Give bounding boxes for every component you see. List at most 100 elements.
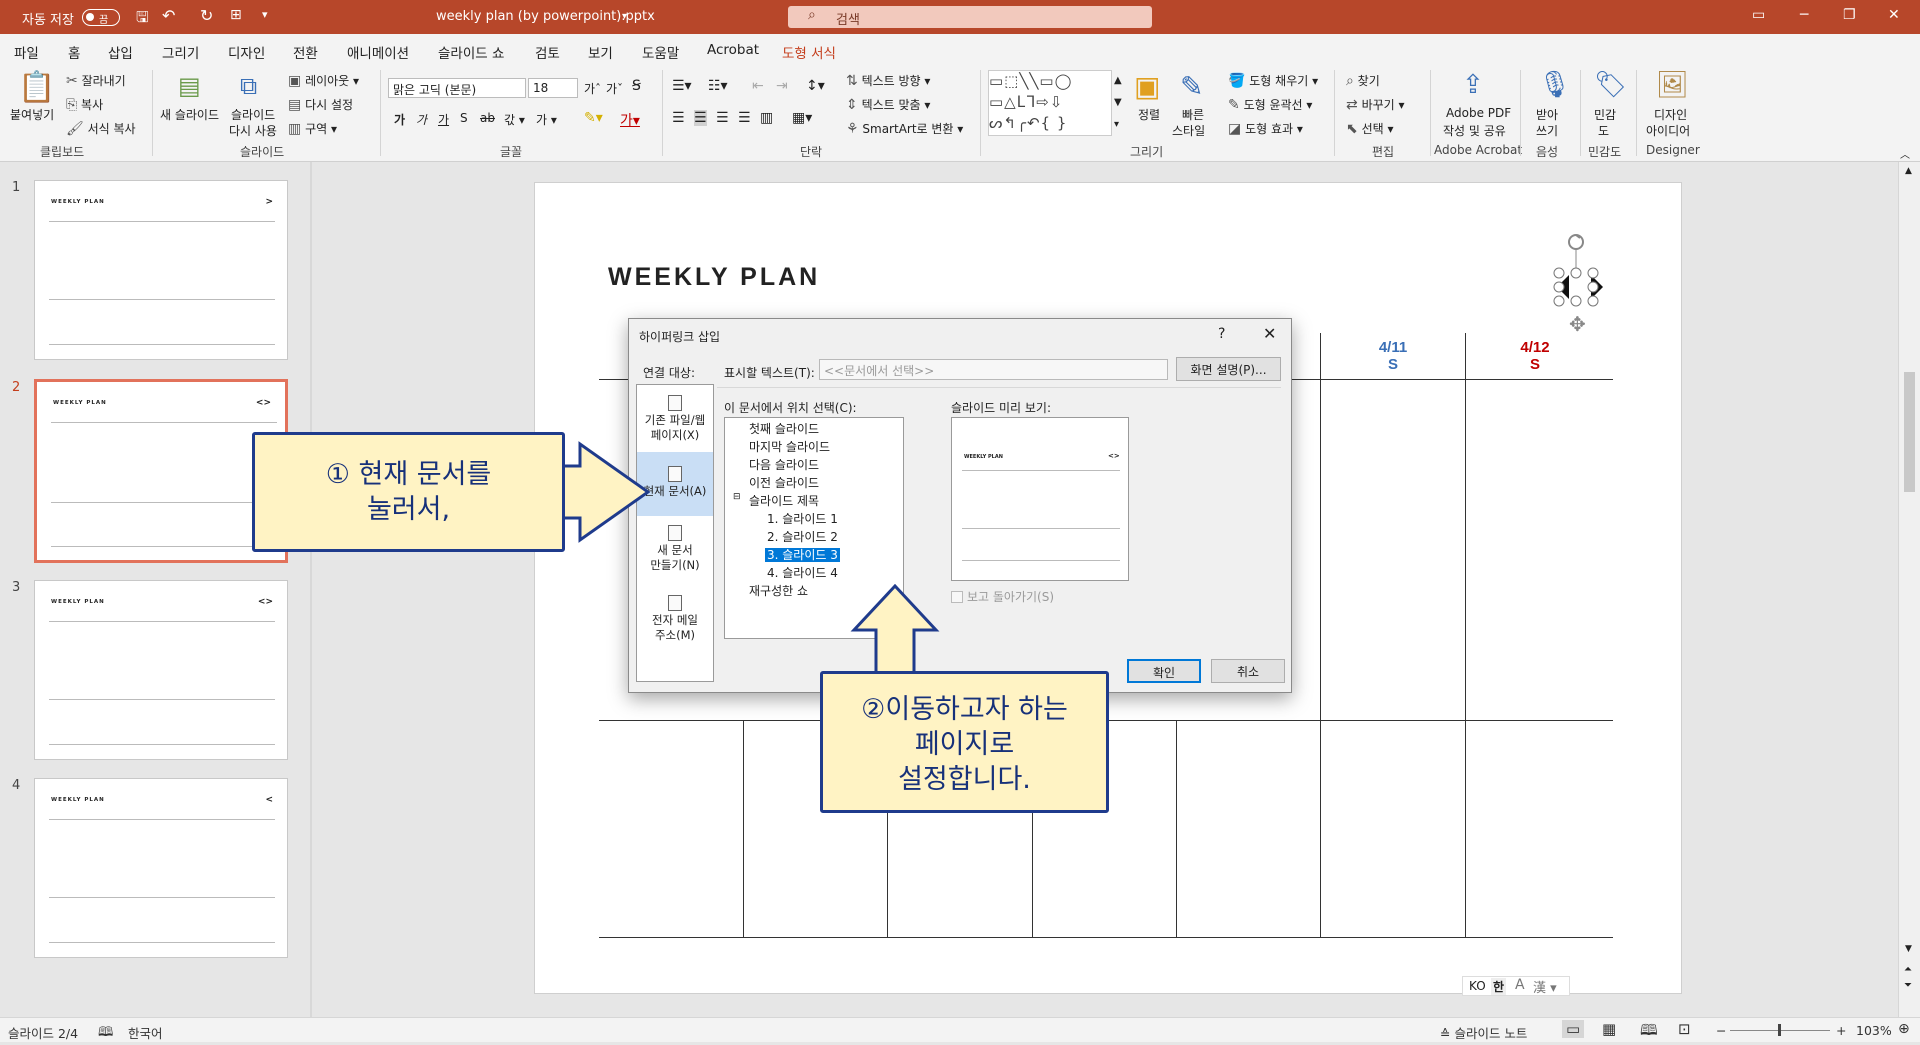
strikethrough-icon[interactable]: ab xyxy=(480,111,495,125)
grow-font-icon[interactable]: 가ˆ xyxy=(584,80,601,97)
ribbon-display-icon[interactable]: ▭ xyxy=(1752,7,1765,23)
title-chevron-icon[interactable]: ▾ xyxy=(622,11,627,22)
arrange-icon[interactable]: ▣ xyxy=(1134,70,1160,103)
designer-line2[interactable]: 아이디어 xyxy=(1646,122,1690,139)
tree-slide-3[interactable]: 3. 슬라이드 3 xyxy=(764,546,841,563)
slide-sorter-icon[interactable]: ▦ xyxy=(1602,1020,1616,1038)
save-icon[interactable]: 🖫 xyxy=(136,7,149,32)
paste-button[interactable]: 붙여넣기 xyxy=(10,106,54,123)
tree-slide-2[interactable]: 2. 슬라이드 2 xyxy=(767,528,838,545)
smartart-button[interactable]: ⚘ SmartArt로 변환 ▾ xyxy=(846,120,963,137)
tab-shape-format[interactable]: 도형 서식 xyxy=(782,42,836,62)
adobe-pdf-line2[interactable]: 작성 및 공유 xyxy=(1443,122,1506,139)
scroll-up-icon[interactable]: ▲ xyxy=(1905,166,1912,176)
align-text-button[interactable]: ⇕ 텍스트 맞춤 ▾ xyxy=(846,96,930,113)
replace-button[interactable]: ⇄ 바꾸기 ▾ xyxy=(1346,96,1405,113)
font-color-icon[interactable]: 가▾ xyxy=(620,110,640,130)
tab-animations[interactable]: 애니메이션 xyxy=(347,42,409,62)
microphone-icon[interactable]: 🎙 xyxy=(1538,70,1571,100)
tab-file[interactable]: 파일 xyxy=(14,42,39,62)
columns-icon[interactable]: ▦▾ xyxy=(792,110,812,126)
tab-home[interactable]: 홈 xyxy=(65,42,83,69)
paste-icon[interactable]: 📋 xyxy=(18,70,55,105)
zoom-slider-thumb[interactable] xyxy=(1778,1024,1781,1036)
clear-format-icon[interactable]: Ꞩ xyxy=(632,78,641,94)
shape-outline-button[interactable]: ✎ 도형 윤곽선 ▾ xyxy=(1228,96,1312,113)
select-button[interactable]: ⬉ 선택 ▾ xyxy=(1346,120,1394,137)
collapse-ribbon-icon[interactable]: ︿ xyxy=(1900,146,1910,161)
dictate-line1[interactable]: 받아 xyxy=(1536,106,1558,123)
section-button[interactable]: ▥ 구역 ▾ xyxy=(288,120,337,137)
tree-last-slide[interactable]: 마지막 슬라이드 xyxy=(749,438,830,455)
shapes-gallery-scroll[interactable]: ▲ ▼ ▾ xyxy=(1114,70,1122,136)
ime-indicator[interactable]: KO 한 A 漢 ▾ xyxy=(1462,976,1570,996)
change-case-icon[interactable]: 가 ▾ xyxy=(536,111,557,128)
restore-icon[interactable]: ❐ xyxy=(1843,7,1856,23)
bold-icon[interactable]: 가 xyxy=(394,111,405,128)
selected-nav-shape[interactable]: ✥ xyxy=(1553,229,1607,339)
tab-transitions[interactable]: 전환 xyxy=(293,42,318,62)
tab-slideshow[interactable]: 슬라이드 쇼 xyxy=(438,42,504,62)
scroll-thumb[interactable] xyxy=(1904,372,1915,492)
ime-hanja-icon[interactable]: 漢 ▾ xyxy=(1533,977,1557,996)
start-from-beginning-icon[interactable]: ⊞ xyxy=(230,7,242,23)
shrink-font-icon[interactable]: 가ˇ xyxy=(606,80,623,97)
designer-icon[interactable]: 🖼 xyxy=(1656,70,1689,100)
tab-acrobat[interactable]: Acrobat xyxy=(707,42,759,58)
link-email[interactable]: 전자 메일 주소(M) xyxy=(637,595,713,649)
format-painter-button[interactable]: 🖌 서식 복사 xyxy=(66,120,136,137)
reading-view-icon[interactable]: 🕮 xyxy=(1640,1020,1658,1045)
ok-button[interactable]: 확인 xyxy=(1127,659,1201,683)
tree-next-slide[interactable]: 다음 슬라이드 xyxy=(749,456,819,473)
help-icon[interactable]: ? xyxy=(1218,326,1225,342)
tab-help[interactable]: 도움말 xyxy=(642,42,679,62)
slide-title[interactable]: WEEKLY PLAN xyxy=(608,263,820,292)
tree-slide-titles[interactable]: 슬라이드 제목 xyxy=(749,492,819,509)
prev-slide-icon[interactable]: ⏶ xyxy=(1904,964,1912,975)
dialog-close-icon[interactable]: ✕ xyxy=(1263,324,1276,343)
quick-styles-line1[interactable]: 빠른 xyxy=(1182,106,1204,123)
screentip-button[interactable]: 화면 설명(P)... xyxy=(1176,357,1281,381)
shapes-gallery[interactable]: ▭⬚╲╲▭◯ ▭△ᒪᒣ⇨⇩ ᔕ↰╭↶{ } xyxy=(988,70,1112,136)
tree-first-slide[interactable]: 첫째 슬라이드 xyxy=(749,420,819,437)
tab-view[interactable]: 보기 xyxy=(588,42,613,62)
quick-styles-icon[interactable]: ✎ xyxy=(1180,70,1203,103)
notes-button[interactable]: ≙ 슬라이드 노트 xyxy=(1440,1023,1527,1042)
adobe-pdf-line1[interactable]: Adobe PDF xyxy=(1446,106,1511,120)
arrange-button[interactable]: 정렬 xyxy=(1138,106,1160,123)
slide-thumbnail-4[interactable]: WEEKLY PLAN < xyxy=(34,778,288,958)
align-left-icon[interactable]: ☰ xyxy=(672,110,685,126)
adobe-pdf-icon[interactable]: ⇪ xyxy=(1462,70,1484,100)
sensitivity-line2[interactable]: 도 xyxy=(1598,122,1609,139)
shape-effects-button[interactable]: ◪ 도형 효과 ▾ xyxy=(1228,120,1303,137)
tab-design[interactable]: 디자인 xyxy=(228,42,265,62)
highlight-icon[interactable]: ✎▾ xyxy=(584,110,603,126)
char-spacing-icon[interactable]: 갃 ▾ xyxy=(504,111,525,128)
redo-icon[interactable]: ↻ xyxy=(200,6,213,25)
autosave-toggle[interactable]: 끔 xyxy=(82,9,120,26)
bullets-icon[interactable]: ☰▾ xyxy=(672,78,692,94)
slideshow-view-icon[interactable]: ⊡ xyxy=(1678,1020,1691,1038)
sensitivity-icon[interactable]: 🏷 xyxy=(1594,70,1627,100)
zoom-level[interactable]: 103% xyxy=(1856,1023,1892,1038)
tab-insert[interactable]: 삽입 xyxy=(108,42,133,62)
underline-icon[interactable]: 가 xyxy=(438,111,449,128)
language-indicator[interactable]: 한국어 xyxy=(128,1023,163,1042)
vertical-scrollbar[interactable]: ▲ ▼ ⏶ ⏷ xyxy=(1898,162,1920,1017)
sensitivity-line1[interactable]: 민감 xyxy=(1594,106,1616,123)
layout-button[interactable]: ▣ 레이아웃 ▾ xyxy=(288,72,359,89)
slide-thumbnail-1[interactable]: WEEKLY PLAN > xyxy=(34,180,288,360)
distributed-icon[interactable]: ▥ xyxy=(760,110,773,126)
decrease-indent-icon[interactable]: ⇤ xyxy=(752,78,764,94)
line-spacing-icon[interactable]: ↕▾ xyxy=(806,78,825,94)
new-slide-button[interactable]: 새 슬라이드 xyxy=(160,106,219,123)
tree-custom-shows[interactable]: 재구성한 쇼 xyxy=(749,582,808,599)
normal-view-icon[interactable]: ▭ xyxy=(1562,1020,1585,1038)
ime-han[interactable]: 한 xyxy=(1491,978,1507,995)
copy-button[interactable]: ⎘ 복사 xyxy=(66,96,103,113)
show-and-return-checkbox[interactable]: 보고 돌아가기(S) xyxy=(951,588,1054,605)
align-right-icon[interactable]: ☰ xyxy=(716,110,729,126)
align-center-icon[interactable]: ☰ xyxy=(694,110,707,126)
zoom-in-icon[interactable]: + xyxy=(1836,1023,1846,1038)
numbering-icon[interactable]: ☷▾ xyxy=(708,78,728,94)
